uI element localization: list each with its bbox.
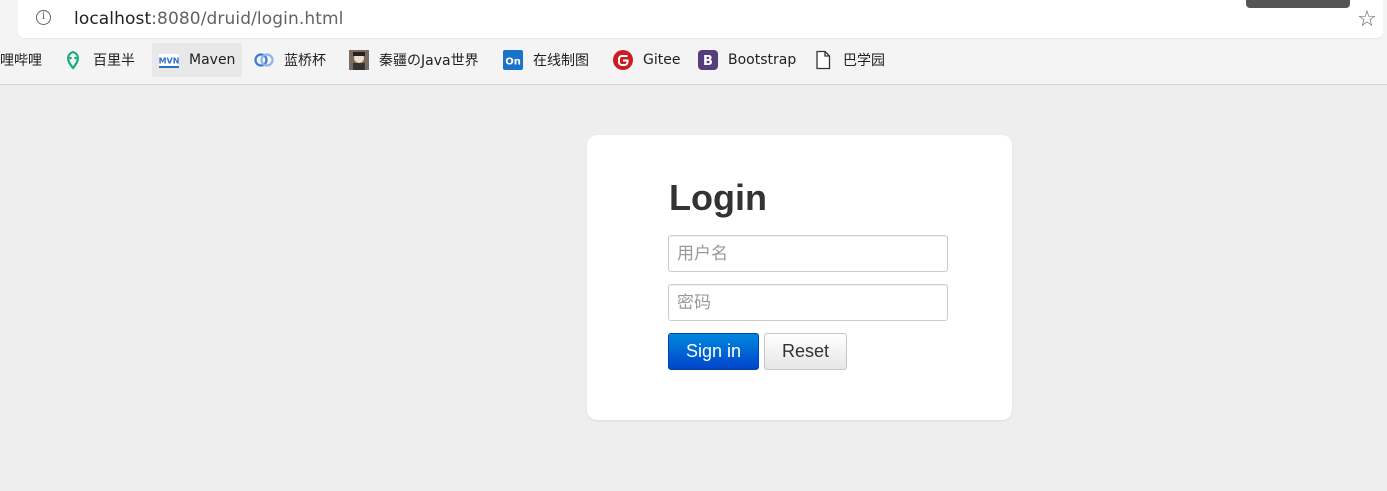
sign-in-button[interactable]: Sign in [668,333,759,370]
lanqiao-icon [254,50,274,70]
bookmark-label: 蓝桥杯 [284,53,326,69]
maven-icon: MVN [159,50,179,70]
bookmark-label: Bootstrap [728,52,797,68]
processon-icon: On [503,50,523,70]
bookmark-label: 百里半 [93,53,135,69]
url-text[interactable]: localhost:8080/druid/login.html [74,9,343,29]
leaf-icon [63,50,83,70]
bookmark-item[interactable]: 蓝桥杯 [254,43,326,77]
reset-button[interactable]: Reset [764,333,847,370]
bookmark-item[interactable]: B Bootstrap [698,43,796,77]
gitee-icon [613,50,633,70]
bookmark-label: 哩哔哩 [0,53,42,69]
password-input[interactable] [668,284,948,321]
bookmark-item[interactable]: MVN Maven [152,43,243,77]
bootstrap-icon: B [698,50,718,70]
login-title: Login [669,177,767,218]
site-info-icon[interactable]: i [36,10,51,25]
bookmark-star-icon[interactable]: ☆ [1355,7,1379,31]
bookmarks-bar: 哩哔哩 百里半 MVN Maven 蓝桥杯 秦疆のJava世界 On 在线制图 … [0,43,1387,77]
url-host: localhost [74,9,152,29]
tooltip-fragment [1246,0,1350,8]
bookmark-item[interactable]: On 在线制图 [503,43,589,77]
svg-text:MVN: MVN [159,57,179,66]
svg-text:On: On [505,57,521,68]
bookmark-label: Gitee [643,52,681,68]
bookmark-label: 秦疆のJava世界 [379,53,479,69]
bookmark-item[interactable]: 秦疆のJava世界 [349,43,479,77]
bookmark-item[interactable]: 百里半 [63,43,135,77]
login-card: Login Sign in Reset [587,135,1012,420]
svg-text:B: B [703,54,713,69]
username-input[interactable] [668,235,948,272]
browser-chrome: i localhost:8080/druid/login.html ☆ 哩哔哩 … [0,0,1387,85]
url-path: :8080/druid/login.html [151,9,344,29]
page-icon [813,50,833,70]
bookmark-label: 在线制图 [533,53,589,69]
avatar-icon [349,50,369,70]
bookmark-label: 巴学园 [843,53,885,69]
bookmark-item[interactable]: Gitee [613,43,680,77]
bookmark-item[interactable]: 哩哔哩 [0,43,42,77]
bookmark-item[interactable]: 巴学园 [813,43,885,77]
bookmark-label: Maven [189,52,236,68]
